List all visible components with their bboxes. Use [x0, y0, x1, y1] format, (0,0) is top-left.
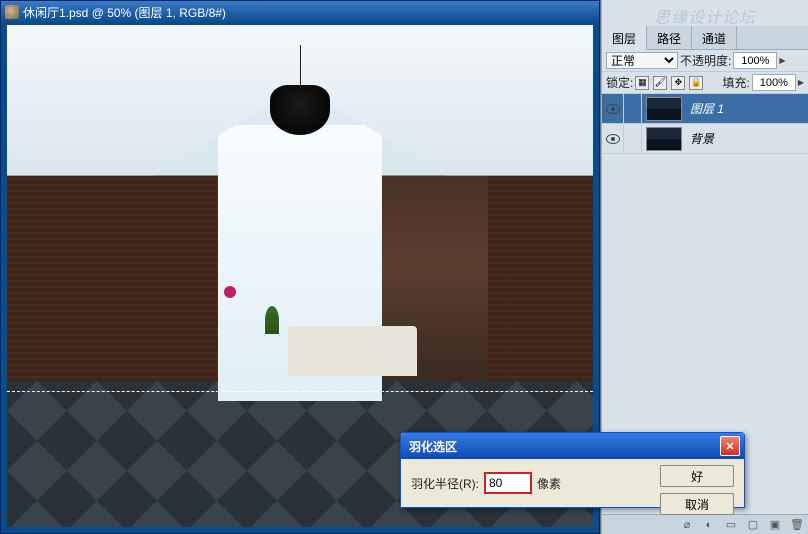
document-title: 休闲厅1.psd @ 50% (图层 1, RGB/8#)	[23, 4, 595, 21]
fill-label: 填充:	[723, 74, 750, 91]
opacity-arrow-icon[interactable]: ▶	[779, 56, 785, 65]
new-group-icon[interactable]: ▢	[746, 518, 760, 532]
feather-dialog: 羽化选区 ✕ 羽化半径(R): 像素 好 取消	[400, 432, 745, 508]
fill-input[interactable]	[752, 74, 796, 91]
layer-name[interactable]: 背景	[686, 130, 714, 147]
tab-channels[interactable]: 通道	[692, 26, 737, 49]
cancel-button[interactable]: 取消	[660, 493, 734, 515]
visibility-toggle[interactable]	[602, 124, 624, 153]
link-column[interactable]	[624, 94, 642, 123]
lock-icons: ▦ 🖌 ✥ 🔒	[635, 76, 703, 90]
layer-row[interactable]: 图层 1	[602, 94, 808, 124]
visibility-toggle[interactable]	[602, 94, 624, 123]
layers-list: 图层 1 背景	[602, 94, 808, 154]
layer-mask-icon[interactable]: ▭	[724, 518, 738, 532]
watermark: 思缘设计论坛	[620, 4, 790, 24]
layer-name[interactable]: 图层 1	[686, 100, 724, 117]
dialog-title: 羽化选区	[405, 438, 457, 455]
lock-label: 锁定:	[606, 74, 633, 91]
blend-mode-select[interactable]: 正常	[606, 52, 678, 69]
radius-input[interactable]	[485, 473, 531, 493]
wood-wall-right	[488, 176, 593, 382]
dialog-buttons: 好 取消	[660, 465, 734, 515]
fill-arrow-icon[interactable]: ▶	[798, 78, 804, 87]
sofa	[288, 326, 417, 376]
lock-all-icon[interactable]: 🔒	[689, 76, 703, 90]
link-column[interactable]	[624, 124, 642, 153]
lock-pixels-icon[interactable]: 🖌	[653, 76, 667, 90]
lock-position-icon[interactable]: ✥	[671, 76, 685, 90]
dialog-titlebar[interactable]: 羽化选区 ✕	[401, 433, 744, 459]
lock-fill-row: 锁定: ▦ 🖌 ✥ 🔒 填充: ▶	[602, 72, 808, 94]
blend-opacity-row: 正常 不透明度: ▶	[602, 50, 808, 72]
flowers	[224, 286, 236, 298]
link-layers-icon[interactable]: ⌀	[680, 518, 694, 532]
delete-layer-icon[interactable]: 🗑	[790, 518, 804, 532]
document-icon	[5, 5, 19, 19]
document-titlebar[interactable]: 休闲厅1.psd @ 50% (图层 1, RGB/8#)	[1, 1, 599, 23]
unit-label: 像素	[537, 475, 561, 492]
panel-tabs: 图层 路径 通道	[602, 26, 808, 50]
eye-icon	[606, 104, 620, 114]
layer-thumbnail[interactable]	[646, 97, 682, 121]
tab-paths[interactable]: 路径	[647, 26, 692, 49]
selection-marquee	[7, 391, 593, 392]
layer-row[interactable]: 背景	[602, 124, 808, 154]
layer-thumbnail[interactable]	[646, 127, 682, 151]
new-layer-icon[interactable]: ▣	[768, 518, 782, 532]
chandelier	[270, 85, 330, 135]
ok-button[interactable]: 好	[660, 465, 734, 487]
layer-style-icon[interactable]: ◐	[702, 518, 716, 532]
lock-transparency-icon[interactable]: ▦	[635, 76, 649, 90]
radius-label: 羽化半径(R):	[411, 475, 479, 492]
tab-layers[interactable]: 图层	[602, 26, 647, 50]
plant	[265, 306, 279, 334]
panel-footer: ⌀ ◐ ▭ ▢ ▣ 🗑	[602, 514, 808, 534]
opacity-input[interactable]	[733, 52, 777, 69]
close-icon[interactable]: ✕	[720, 436, 740, 456]
opacity-label: 不透明度:	[680, 52, 731, 69]
eye-icon	[606, 134, 620, 144]
